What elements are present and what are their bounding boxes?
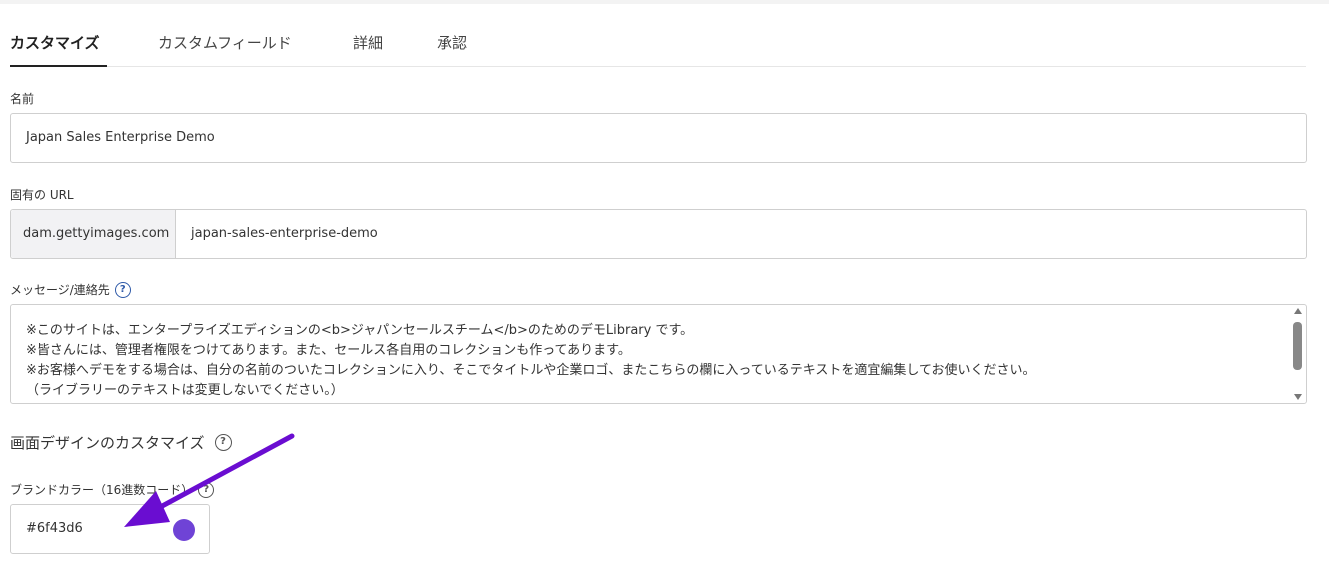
message-text: ※このサイトは、エンタープライズエディションの<b>ジャパンセールスチーム</b… — [26, 321, 1036, 401]
brand-color-label: ブランドカラー（16進数コード） ? — [10, 481, 215, 498]
url-field: dam.gettyimages.com japan-sales-enterpri… — [10, 209, 1307, 259]
message-textarea[interactable]: ※このサイトは、エンタープライズエディションの<b>ジャパンセールスチーム</b… — [10, 304, 1307, 404]
message-line: ※皆さんには、管理者権限をつけてあります。また、セールス各自用のコレクションも作… — [26, 343, 631, 358]
scroll-down-arrow-icon[interactable] — [1294, 394, 1302, 400]
top-divider — [0, 0, 1329, 4]
design-help-icon[interactable]: ? — [214, 434, 232, 451]
brand-color-input[interactable]: #6f43d6 — [10, 504, 210, 554]
url-prefix: dam.gettyimages.com — [11, 210, 176, 258]
url-label: 固有の URL — [10, 188, 74, 202]
name-input-value: Japan Sales Enterprise Demo — [26, 130, 215, 145]
message-label: メッセージ/連絡先 ? — [10, 281, 131, 298]
message-line: （ライブラリーのテキストは変更しないでください。） — [26, 383, 344, 398]
url-input[interactable]: japan-sales-enterprise-demo — [191, 226, 378, 241]
textarea-scrollbar[interactable] — [1293, 308, 1303, 400]
tab-approval[interactable]: 承認 — [437, 32, 467, 53]
brand-color-value: #6f43d6 — [26, 521, 83, 536]
design-section-title: 画面デザインのカスタマイズ ? — [10, 432, 232, 453]
tab-custom-fields[interactable]: カスタムフィールド — [158, 32, 292, 53]
annotation-arrow-icon — [124, 433, 295, 527]
tab-bar: カスタマイズ カスタムフィールド 詳細 承認 — [10, 22, 1306, 67]
name-input[interactable]: Japan Sales Enterprise Demo — [10, 113, 1307, 163]
message-line: ※お客様へデモをする場合は、自分の名前のついたコレクションに入り、そこでタイトル… — [26, 363, 1036, 378]
brand-color-help-icon[interactable]: ? — [198, 481, 215, 498]
scroll-up-arrow-icon[interactable] — [1294, 308, 1302, 314]
tab-details[interactable]: 詳細 — [353, 32, 383, 53]
message-line: ※このサイトは、エンタープライズエディションの<b>ジャパンセールスチーム</b… — [26, 323, 694, 338]
color-swatch[interactable] — [173, 519, 195, 541]
message-help-icon[interactable]: ? — [114, 281, 131, 298]
scroll-thumb[interactable] — [1293, 322, 1302, 370]
name-label: 名前 — [10, 92, 35, 106]
active-tab-indicator — [10, 65, 107, 67]
tab-customize[interactable]: カスタマイズ — [10, 32, 100, 53]
